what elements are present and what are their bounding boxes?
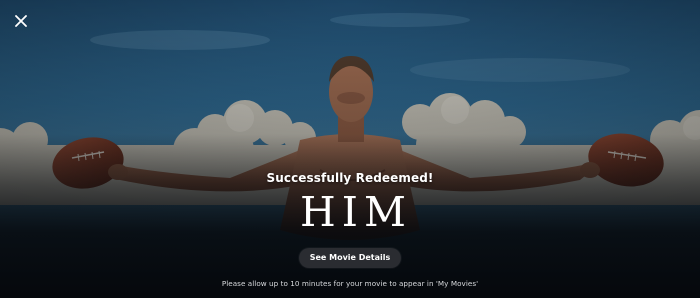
close-icon (15, 15, 27, 27)
close-button[interactable] (12, 12, 30, 30)
availability-note: Please allow up to 10 minutes for your m… (221, 279, 479, 288)
details-button-row: See Movie Details (0, 248, 700, 268)
movie-title: HIM (300, 188, 412, 236)
redeem-success-screen: Successfully Redeemed! HIM See Movie Det… (0, 0, 700, 298)
redeem-status: Successfully Redeemed! (266, 171, 434, 185)
see-movie-details-button[interactable]: See Movie Details (298, 248, 402, 268)
